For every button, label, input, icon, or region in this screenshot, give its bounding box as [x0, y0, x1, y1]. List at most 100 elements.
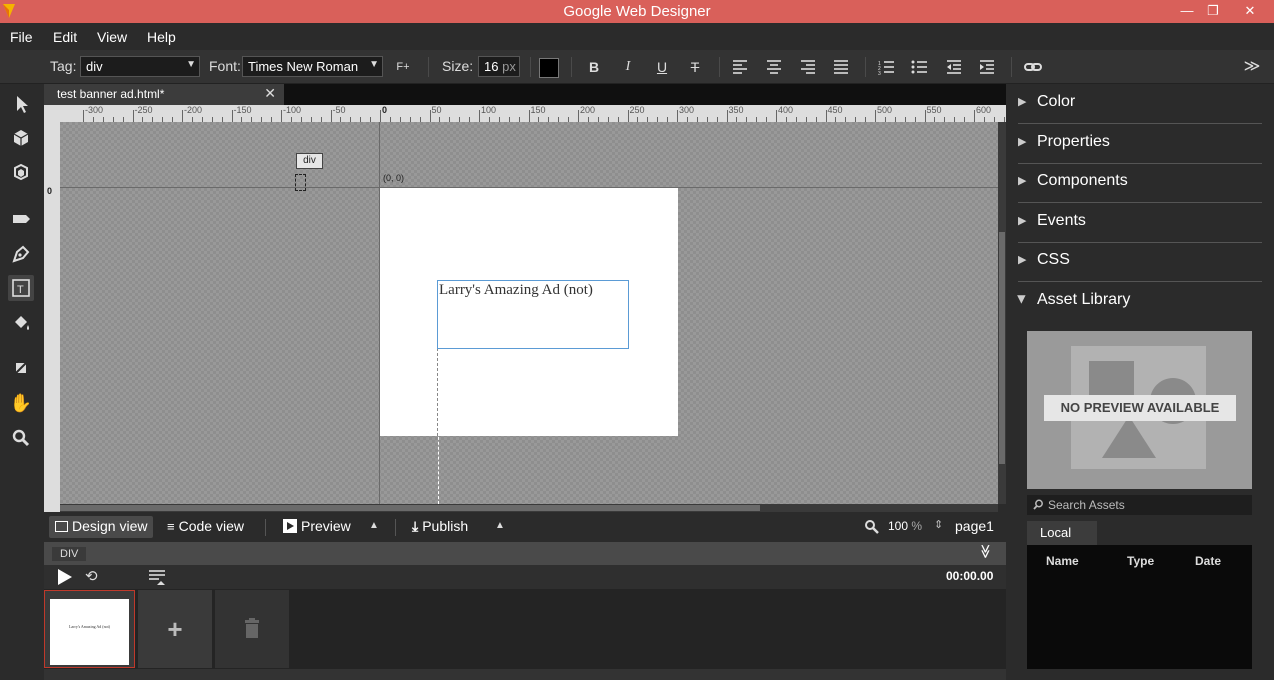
section-label: Color [1037, 93, 1076, 110]
ruler-label: 500 [877, 105, 893, 115]
ruler-label: -150 [233, 105, 252, 115]
add-font-button[interactable]: F+ [393, 58, 413, 76]
3d-translation-tool-icon[interactable] [8, 356, 34, 382]
breadcrumb[interactable]: DIV [52, 547, 87, 561]
align-center-icon[interactable] [764, 58, 784, 76]
hand-tool-icon[interactable]: ✋ [8, 390, 34, 416]
bold-button[interactable]: B [584, 58, 604, 76]
expand-arrow-icon: ▶ [1018, 254, 1027, 266]
add-page-button[interactable]: + [138, 590, 212, 668]
align-justify-icon[interactable] [831, 58, 851, 76]
ruler-major-tick [677, 110, 678, 122]
zoom-input[interactable]: 100 % [888, 519, 922, 533]
divider [530, 57, 531, 77]
ruler-label: 600 [976, 105, 992, 115]
ruler-label: 550 [926, 105, 942, 115]
link-icon[interactable] [1023, 58, 1043, 76]
play-button[interactable] [58, 569, 72, 585]
3d-object-tool-icon[interactable] [8, 125, 34, 151]
align-right-icon[interactable] [798, 58, 818, 76]
text-tool-icon[interactable]: T [8, 275, 34, 301]
column-header-date[interactable]: Date [1195, 554, 1221, 568]
selection-tool-icon[interactable] [8, 91, 34, 117]
origin-label: (0, 0) [383, 173, 405, 183]
close-tab-icon[interactable]: ✕ [264, 85, 276, 102]
font-select[interactable]: Times New Roman ▼ [242, 56, 383, 77]
fill-tool-icon[interactable] [8, 310, 34, 336]
section-components[interactable]: ▶ Components [1018, 163, 1262, 203]
horizontal-scroll-thumb[interactable] [60, 505, 760, 511]
column-header-name[interactable]: Name [1046, 554, 1079, 568]
timeline-mode-icon[interactable] [148, 569, 166, 585]
text-color-swatch[interactable] [539, 58, 559, 78]
ruler-zero-label: 0 [47, 186, 53, 196]
section-css[interactable]: ▶ CSS [1018, 242, 1262, 282]
tools-panel: T ✋ [0, 84, 44, 680]
menu-file[interactable]: File [10, 29, 33, 45]
design-view-button[interactable]: Design view [49, 516, 154, 538]
strikethrough-button[interactable]: T [685, 58, 705, 76]
close-button[interactable]: ✕ [1238, 1, 1262, 21]
zoom-stepper-icon[interactable]: ⇕ [934, 518, 943, 531]
menu-view[interactable]: View [97, 29, 127, 45]
preview-button[interactable]: Preview [277, 516, 357, 538]
timeline-header: DIV ≫ [44, 542, 1006, 565]
svg-text:3: 3 [878, 71, 881, 76]
zoom-tool-icon[interactable] [8, 425, 34, 451]
section-properties[interactable]: ▶ Properties [1018, 124, 1262, 164]
publish-label: Publish [422, 518, 469, 534]
search-placeholder: Search Assets [1048, 498, 1125, 512]
caret-up-icon[interactable]: ▲ [495, 520, 505, 531]
section-color[interactable]: ▶ Color [1018, 84, 1262, 124]
ruler-label: 0 [382, 105, 388, 115]
search-assets-input[interactable]: Search Assets [1027, 495, 1252, 515]
bullet-list-icon[interactable] [910, 58, 930, 76]
indent-icon[interactable] [977, 58, 997, 76]
restore-button[interactable]: ❐ [1201, 1, 1225, 21]
ruler-label: -50 [332, 105, 346, 115]
menu-help[interactable]: Help [147, 29, 176, 45]
size-input[interactable]: 16 px [478, 56, 520, 77]
expand-panel-button[interactable]: ≫ [1242, 58, 1262, 76]
tag-select[interactable]: div ▼ [80, 56, 200, 77]
caret-up-icon[interactable]: ▲ [369, 520, 379, 531]
preview-label: Preview [301, 518, 351, 534]
column-header-type[interactable]: Type [1127, 554, 1154, 568]
underline-button[interactable]: U [652, 58, 672, 76]
outdent-icon[interactable] [944, 58, 964, 76]
italic-button[interactable]: I [618, 58, 638, 76]
tab-strip [284, 84, 1006, 105]
publish-button[interactable]: ⤓ Publish [406, 516, 474, 538]
asset-preview: NO PREVIEW AVAILABLE [1027, 331, 1252, 489]
document-tab[interactable]: test banner ad.html* ✕ [44, 84, 284, 105]
ruler-major-tick [974, 110, 975, 122]
page-selector[interactable]: page1 [955, 518, 994, 534]
menu-edit[interactable]: Edit [53, 29, 77, 45]
delete-page-button[interactable] [215, 590, 289, 668]
design-view-label: Design view [72, 518, 148, 534]
ruler-label: 350 [728, 105, 744, 115]
vertical-scroll-thumb[interactable] [999, 232, 1005, 464]
code-view-button[interactable]: ≡ Code view [161, 516, 250, 538]
section-asset-library[interactable]: ▶ Asset Library [1016, 282, 1262, 322]
code-view-label: Code view [178, 518, 244, 534]
tag-tool-icon[interactable] [8, 206, 34, 232]
pen-tool-icon[interactable] [8, 241, 34, 267]
align-left-icon[interactable] [730, 58, 750, 76]
element-placeholder[interactable] [295, 174, 306, 191]
expand-arrow-icon: ▶ [1018, 136, 1027, 148]
ruler-label: -200 [184, 105, 203, 115]
element-tag-badge: div [296, 153, 323, 169]
section-events[interactable]: ▶ Events [1018, 203, 1262, 243]
tab-local[interactable]: Local [1027, 521, 1097, 545]
size-value: 16 [484, 59, 499, 74]
3d-rotation-tool-icon[interactable] [8, 159, 34, 185]
page-thumbnail[interactable]: Larry's Amazing Ad (not) [44, 590, 135, 668]
collapse-icon[interactable]: ≫ [977, 544, 994, 559]
numbered-list-icon[interactable]: 123 [877, 58, 897, 76]
loop-icon[interactable]: ⟲ [85, 567, 98, 585]
text-element[interactable]: Larry's Amazing Ad (not) [437, 280, 629, 349]
font-label: Font: [209, 58, 241, 74]
minimize-button[interactable]: — [1175, 1, 1199, 21]
horizontal-ruler: -300 -250 -200 -150 -100 -50 0 50 100 150 200 250 30… [44, 105, 1006, 122]
